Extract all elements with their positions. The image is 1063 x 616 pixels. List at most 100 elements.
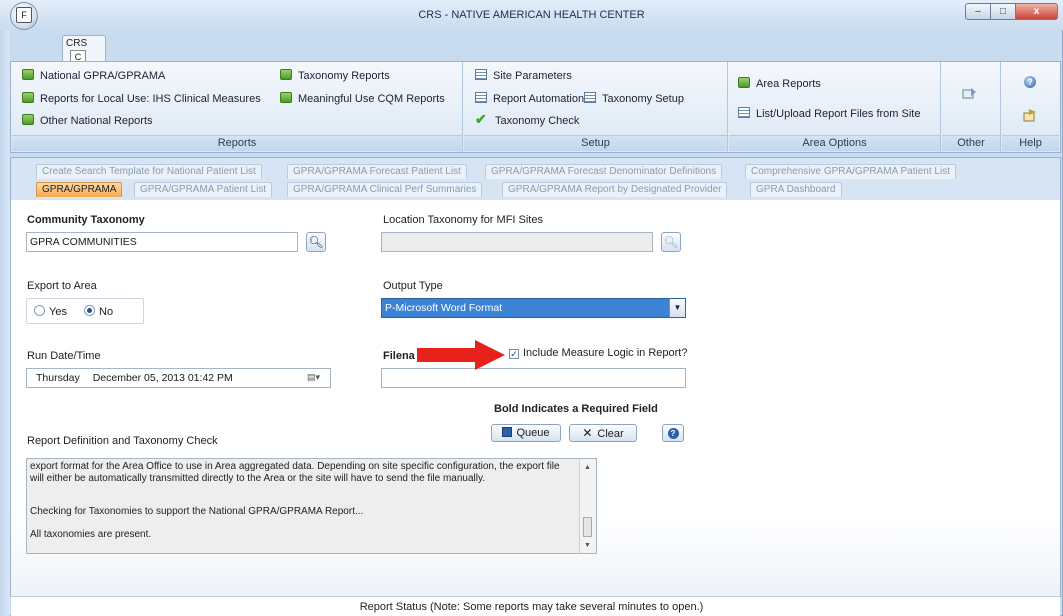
- checkbox-label: Include Measure Logic in Report?: [523, 347, 688, 359]
- report-icon: [22, 114, 34, 125]
- ribbon-area-reports[interactable]: Area Reports: [738, 77, 821, 90]
- community-taxonomy-search-button[interactable]: 🔍︎: [306, 232, 326, 252]
- report-icon: [22, 69, 34, 80]
- ribbon-group-label-other: Other: [942, 135, 1000, 151]
- ribbon-tab-label: CRS: [66, 38, 88, 49]
- ribbon-item-label: Area Reports: [756, 78, 821, 90]
- tab-gpra-dashboard[interactable]: GPRA Dashboard: [750, 182, 842, 197]
- filename-label: Filena: [383, 350, 415, 362]
- report-text-paragraph: export format for the Area Office to use…: [30, 461, 560, 484]
- queue-button[interactable]: Queue: [491, 424, 561, 442]
- search-icon: 🔍︎: [308, 235, 324, 249]
- grid-icon: [475, 69, 487, 80]
- grid-icon: [584, 92, 596, 103]
- export-to-area-label: Export to Area: [27, 280, 97, 292]
- ribbon-meaningful-use-reports[interactable]: Meaningful Use CQM Reports: [280, 92, 445, 105]
- run-datetime-label: Run Date/Time: [27, 350, 101, 362]
- save-disk-icon: [502, 427, 513, 437]
- tab-clinical-perf-summaries[interactable]: GPRA/GPRAMA Clinical Perf Summaries: [287, 182, 483, 197]
- clear-button-label: Clear: [597, 428, 624, 440]
- ribbon-item-label: Taxonomy Reports: [298, 70, 390, 82]
- ribbon-item-label: Taxonomy Setup: [602, 93, 684, 105]
- ribbon-group-label-reports: Reports: [12, 135, 462, 151]
- required-field-note: Bold Indicates a Required Field: [494, 403, 658, 415]
- run-datetime-picker[interactable]: Thursday December 05, 2013 01:42 PM: [26, 368, 331, 388]
- ribbon-item-label: Taxonomy Check: [495, 115, 580, 127]
- location-taxonomy-label: Location Taxonomy for MFI Sites: [383, 214, 543, 226]
- checkmark-icon: ✔: [475, 111, 487, 127]
- tab-forecast-patient-list[interactable]: GPRA/GPRAMA Forecast Patient List: [287, 164, 467, 179]
- help-icon[interactable]: ?: [1024, 76, 1036, 88]
- ribbon-item-label: Meaningful Use CQM Reports: [298, 93, 445, 105]
- community-taxonomy-field[interactable]: GPRA COMMUNITIES: [26, 232, 298, 252]
- window-title: CRS - NATIVE AMERICAN HEALTH CENTER: [418, 9, 645, 21]
- clear-button[interactable]: ✕ Clear: [569, 424, 637, 442]
- grid-icon: [475, 92, 487, 103]
- ribbon-item-label: Other National Reports: [40, 115, 153, 127]
- scroll-thumb[interactable]: [583, 517, 592, 537]
- about-icon[interactable]: [1022, 108, 1038, 122]
- output-type-select[interactable]: P-Microsoft Word Format: [381, 298, 686, 318]
- window-left-edge: [0, 30, 10, 616]
- report-icon: [738, 77, 750, 88]
- queue-button-label: Queue: [516, 427, 550, 439]
- report-definition-label: Report Definition and Taxonomy Check: [27, 435, 218, 447]
- include-measure-logic-checkbox[interactable]: ✓ Include Measure Logic in Report?: [509, 347, 687, 359]
- tab-gpra-gprama[interactable]: GPRA/GPRAMA: [36, 182, 123, 197]
- ribbon-report-automation[interactable]: Report Automation: [475, 92, 584, 105]
- ribbon-national-gpra[interactable]: National GPRA/GPRAMA: [22, 69, 165, 82]
- location-taxonomy-search-button: 🔍︎: [661, 232, 681, 252]
- ribbon-group-label-help: Help: [1002, 135, 1059, 151]
- calendar-dropdown-icon[interactable]: ▤▾: [307, 372, 325, 384]
- radio-button: [34, 305, 45, 316]
- report-definition-textbox[interactable]: export format for the Area Office to use…: [26, 458, 597, 554]
- checkbox-checked-icon: ✓: [509, 349, 519, 359]
- ribbon-site-parameters[interactable]: Site Parameters: [475, 69, 572, 82]
- help-icon: ?: [667, 428, 679, 439]
- report-text-paragraph: All taxonomies are present.: [30, 528, 152, 540]
- tab-comprehensive-patient-list[interactable]: Comprehensive GPRA/GPRAMA Patient List: [745, 164, 956, 179]
- other-tool-icon[interactable]: [962, 86, 978, 100]
- tab-report-by-designated-provider[interactable]: GPRA/GPRAMA Report by Designated Provide…: [502, 182, 728, 197]
- close-x-icon: ✕: [582, 426, 593, 440]
- report-status-text: Report Status (Note: Some reports may ta…: [359, 601, 704, 613]
- grid-icon: [738, 107, 750, 118]
- tab-gpra-patient-list[interactable]: GPRA/GPRAMA Patient List: [134, 182, 273, 197]
- radio-label: No: [99, 306, 114, 318]
- ribbon-group-label-area-options: Area Options: [729, 135, 940, 151]
- location-taxonomy-field: [381, 232, 653, 252]
- report-text-paragraph: Checking for Taxonomies to support the N…: [30, 506, 364, 517]
- community-taxonomy-label: Community Taxonomy: [27, 214, 145, 226]
- ribbon-item-label: National GPRA/GPRAMA: [40, 70, 166, 82]
- report-icon: [22, 92, 34, 103]
- ribbon-local-use-reports[interactable]: Reports for Local Use: IHS Clinical Meas…: [22, 92, 261, 105]
- scroll-down-icon[interactable]: ▼: [584, 542, 591, 549]
- ribbon-list-upload-files[interactable]: List/Upload Report Files from Site: [738, 107, 920, 120]
- run-date: December 05, 2013 01:42 PM: [92, 372, 233, 384]
- ribbon-item-label: Reports for Local Use: IHS Clinical Meas…: [40, 93, 261, 105]
- report-icon: [280, 92, 292, 103]
- ribbon-taxonomy-setup[interactable]: Taxonomy Setup: [584, 92, 684, 105]
- run-day: Thursday: [36, 372, 80, 384]
- ribbon-other-national-reports[interactable]: Other National Reports: [22, 114, 153, 127]
- radio-label: Yes: [49, 306, 67, 318]
- report-icon: [280, 69, 292, 80]
- help-button[interactable]: ?: [662, 424, 684, 442]
- dropdown-arrow-icon[interactable]: ▼: [669, 299, 685, 317]
- export-yes-radio[interactable]: Yes: [34, 305, 67, 318]
- maximize-button[interactable]: □: [990, 3, 1016, 20]
- minimize-button[interactable]: –: [965, 3, 991, 20]
- output-type-label: Output Type: [383, 280, 443, 292]
- ribbon-item-label: Report Automation: [493, 93, 585, 105]
- ribbon-taxonomy-check[interactable]: ✔ Taxonomy Check: [475, 111, 580, 127]
- export-no-radio[interactable]: No: [84, 305, 113, 318]
- textbox-scrollbar[interactable]: ▲ ▼: [579, 459, 596, 553]
- red-arrow-annotation: [417, 340, 505, 373]
- close-button[interactable]: x: [1015, 3, 1058, 20]
- ribbon-taxonomy-reports[interactable]: Taxonomy Reports: [280, 69, 390, 82]
- ribbon-item-label: List/Upload Report Files from Site: [756, 108, 921, 120]
- radio-button: [84, 305, 95, 316]
- tab-forecast-denominator-definitions[interactable]: GPRA/GPRAMA Forecast Denominator Definit…: [485, 164, 723, 179]
- tab-create-search-template[interactable]: Create Search Template for National Pati…: [36, 164, 262, 179]
- scroll-up-icon[interactable]: ▲: [584, 464, 591, 471]
